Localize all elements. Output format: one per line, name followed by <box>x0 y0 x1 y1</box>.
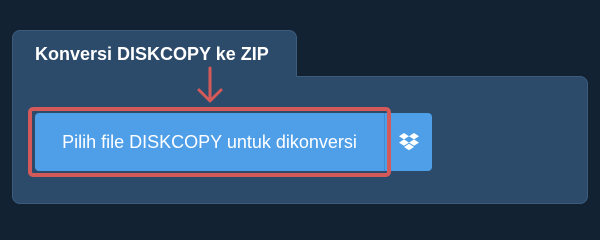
panel-tab-joint <box>13 74 296 80</box>
arrow-down-icon <box>197 66 223 103</box>
dropbox-icon <box>398 133 419 151</box>
highlight-box <box>28 107 391 177</box>
panel-title: Konversi DISKCOPY ke ZIP <box>35 44 269 64</box>
dropbox-button[interactable] <box>384 113 432 171</box>
